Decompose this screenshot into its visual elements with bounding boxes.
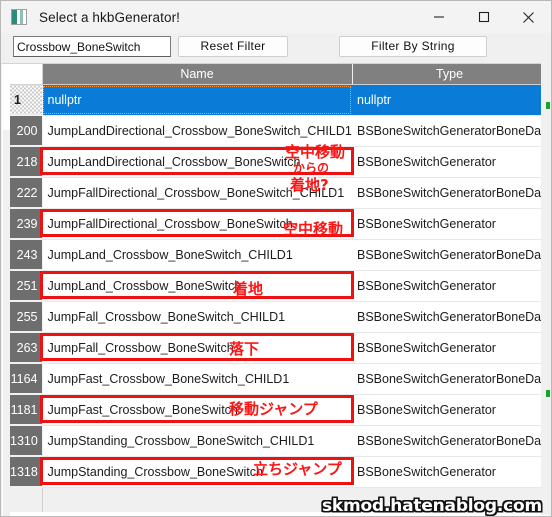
generator-name-cell[interactable]: JumpLandDirectional_Crossbow_BoneSwitch xyxy=(42,146,352,178)
generator-name-cell[interactable]: JumpFallDirectional_Crossbow_BoneSwitch xyxy=(42,208,352,240)
row-number-cell[interactable]: 263 xyxy=(10,332,43,364)
window-title: Select a hkbGenerator! xyxy=(39,9,181,25)
table-row[interactable]: 1318 JumpStanding_Crossbow_BoneSwitch BSBo… xyxy=(10,456,547,488)
title-bar: Select a hkbGenerator! xyxy=(1,1,551,33)
generator-name-cell[interactable]: JumpStanding_Crossbow_BoneSwitch_CHILD1 xyxy=(42,425,352,457)
scroll-marker-icon xyxy=(546,102,550,109)
table-row[interactable]: 1181 JumpFast_Crossbow_BoneSwitch BSBoneSw… xyxy=(10,394,547,426)
filler-cell xyxy=(42,487,352,512)
table-row[interactable]: 239 JumpFallDirectional_Crossbow_BoneSwit… xyxy=(10,208,547,240)
table-header-row: Name Type xyxy=(10,64,548,85)
generator-table: Name Type 1 nullptr nullptr 200 JumpLandDire… xyxy=(10,64,548,512)
table-row[interactable]: 1164 JumpFast_Crossbow_BoneSwitch_CHILD1 B… xyxy=(10,363,547,395)
row-number-cell[interactable]: 1164 xyxy=(10,363,43,395)
column-header-name[interactable]: Name xyxy=(42,64,353,85)
generator-name-cell[interactable]: JumpFall_Crossbow_BoneSwitch_CHILD1 xyxy=(42,301,352,333)
row-number-cell[interactable]: 1 xyxy=(10,84,43,116)
row-number-cell[interactable]: 222 xyxy=(10,177,43,209)
generator-name-cell[interactable]: JumpFall_Crossbow_BoneSwitch xyxy=(42,332,352,364)
table-row[interactable]: 1 nullptr nullptr xyxy=(10,84,547,116)
table-row[interactable]: 200 JumpLandDirectional_Crossbow_BoneSwit… xyxy=(10,115,547,147)
table-header: Name Type xyxy=(10,64,548,85)
generator-type-cell[interactable]: BSBoneSwitchGenerator xyxy=(352,146,547,178)
table-row[interactable]: 263 JumpFall_Crossbow_BoneSwitch BSBoneSwi… xyxy=(10,332,547,364)
table-row[interactable]: 243 JumpLand_Crossbow_BoneSwitch_CHILD1 BS… xyxy=(10,239,547,271)
reset-filter-button[interactable]: Reset Filter xyxy=(178,36,288,57)
row-number-cell[interactable]: 255 xyxy=(10,301,43,333)
filter-by-string-button[interactable]: Filter By String xyxy=(339,36,487,57)
generator-name-cell[interactable]: nullptr xyxy=(42,84,352,116)
generator-type-cell[interactable]: BSBoneSwitchGeneratorBoneData xyxy=(352,239,547,271)
generator-type-cell[interactable]: BSBoneSwitchGeneratorBoneData xyxy=(352,425,547,457)
select-generator-window: Select a hkbGenerator! Reset Filter Filt… xyxy=(0,0,552,517)
generator-name-cell[interactable]: JumpLand_Crossbow_BoneSwitch xyxy=(42,270,352,302)
window-controls xyxy=(416,1,551,33)
generator-type-cell[interactable]: BSBoneSwitchGenerator xyxy=(352,394,547,426)
generator-type-cell[interactable]: BSBoneSwitchGenerator xyxy=(352,456,547,488)
generator-name-cell[interactable]: JumpFallDirectional_Crossbow_BoneSwitch_… xyxy=(42,177,352,209)
watermark: skmod.hatenablog.com xyxy=(321,496,542,516)
generator-name-cell[interactable]: JumpStanding_Crossbow_BoneSwitch xyxy=(42,456,352,488)
generator-type-cell[interactable]: BSBoneSwitchGenerator xyxy=(352,208,547,240)
close-icon[interactable] xyxy=(506,1,551,33)
table-row[interactable]: 222 JumpFallDirectional_Crossbow_BoneSwit… xyxy=(10,177,547,209)
row-number-cell[interactable]: 251 xyxy=(10,270,43,302)
generator-table-container[interactable]: Name Type 1 nullptr nullptr 200 JumpLandDire… xyxy=(2,63,550,516)
generator-name-cell[interactable]: JumpLand_Crossbow_BoneSwitch_CHILD1 xyxy=(42,239,352,271)
generator-name-cell[interactable]: JumpFast_Crossbow_BoneSwitch xyxy=(42,394,352,426)
row-number-cell[interactable]: 200 xyxy=(10,115,43,147)
table-row[interactable]: 255 JumpFall_Crossbow_BoneSwitch_CHILD1 BS… xyxy=(10,301,547,333)
minimize-icon[interactable] xyxy=(416,1,461,33)
row-number-cell[interactable]: 243 xyxy=(10,239,43,271)
app-window-icon xyxy=(11,9,27,25)
generator-type-cell[interactable]: BSBoneSwitchGenerator xyxy=(352,270,547,302)
table-row[interactable]: 218 JumpLandDirectional_Crossbow_BoneSwit… xyxy=(10,146,547,178)
row-number-cell[interactable]: 218 xyxy=(10,146,43,178)
table-row[interactable]: 251 JumpLand_Crossbow_BoneSwitch BSBoneSwi… xyxy=(10,270,547,302)
column-header-rownum[interactable] xyxy=(10,64,43,85)
generator-type-cell[interactable]: BSBoneSwitchGeneratorBoneData xyxy=(352,301,547,333)
generator-name-cell[interactable]: JumpFast_Crossbow_BoneSwitch_CHILD1 xyxy=(42,363,352,395)
filler-cell xyxy=(10,487,43,512)
generator-type-cell[interactable]: BSBoneSwitchGenerator xyxy=(352,332,547,364)
row-number-cell[interactable]: 1181 xyxy=(10,394,43,426)
generator-type-cell[interactable]: nullptr xyxy=(352,84,547,116)
scroll-marker-icon xyxy=(546,390,550,397)
generator-type-cell[interactable]: BSBoneSwitchGeneratorBoneData xyxy=(352,177,547,209)
row-number-cell[interactable]: 1310 xyxy=(10,425,43,457)
column-header-type[interactable]: Type xyxy=(352,64,548,85)
filter-input[interactable] xyxy=(13,36,171,57)
filter-toolbar: Reset Filter Filter By String xyxy=(1,33,551,63)
generator-type-cell[interactable]: BSBoneSwitchGeneratorBoneData xyxy=(352,363,547,395)
table-row[interactable]: 1310 JumpStanding_Crossbow_BoneSwitch_CHI… xyxy=(10,425,547,457)
generator-type-cell[interactable]: BSBoneSwitchGeneratorBoneData xyxy=(352,115,547,147)
maximize-icon[interactable] xyxy=(461,1,506,33)
row-number-cell[interactable]: 1318 xyxy=(10,456,43,488)
row-number-cell[interactable]: 239 xyxy=(10,208,43,240)
grid-left-margin xyxy=(3,130,10,516)
table-body: 1 nullptr nullptr 200 JumpLandDirectional_Cr… xyxy=(10,84,547,512)
generator-name-cell[interactable]: JumpLandDirectional_Crossbow_BoneSwitch_… xyxy=(42,115,352,147)
